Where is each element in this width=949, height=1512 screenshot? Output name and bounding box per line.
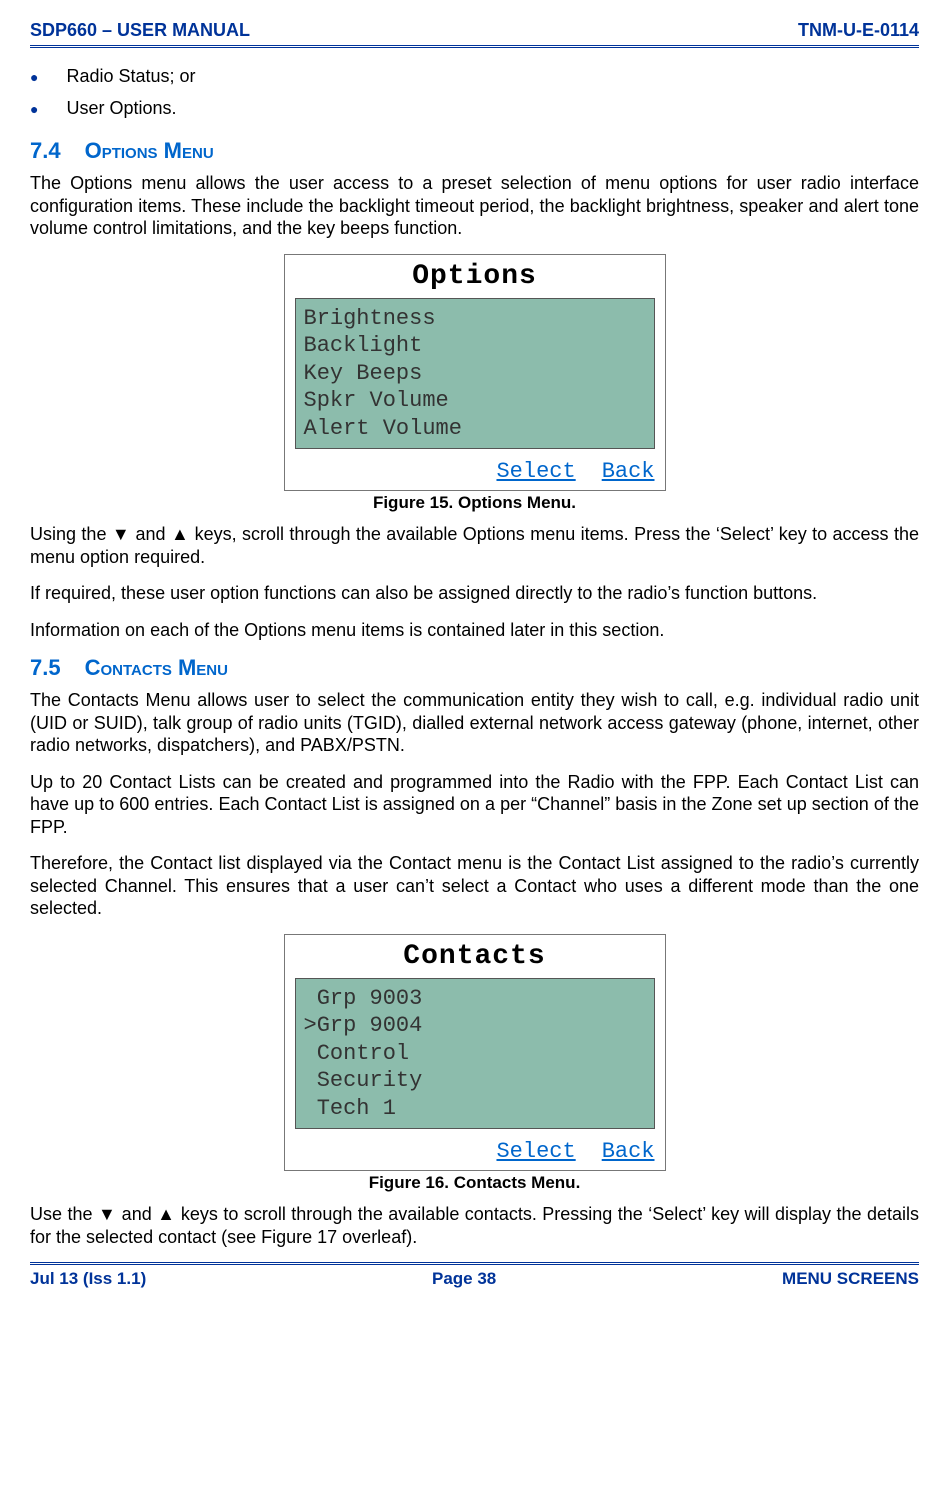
header-right: TNM-U-E-0114 bbox=[798, 20, 919, 41]
list-item: ● User Options. bbox=[30, 98, 919, 120]
contact-item[interactable]: Tech 1 bbox=[304, 1095, 646, 1123]
section-title: Options Menu bbox=[85, 138, 214, 163]
select-softkey[interactable]: Select bbox=[496, 1139, 575, 1164]
options-screen: Options Brightness Backlight Key Beeps S… bbox=[284, 254, 666, 492]
screen-title: Contacts bbox=[295, 941, 655, 972]
footer-left: Jul 13 (Iss 1.1) bbox=[30, 1269, 146, 1289]
paragraph: Therefore, the Contact list displayed vi… bbox=[30, 852, 919, 920]
menu-item-alert-volume[interactable]: Alert Volume bbox=[304, 415, 646, 443]
contact-item[interactable]: Grp 9003 bbox=[304, 985, 646, 1013]
menu-item-brightness[interactable]: Brightness bbox=[304, 305, 646, 333]
section-number: 7.4 bbox=[30, 138, 61, 163]
softkey-bar: Select Back bbox=[295, 459, 655, 484]
bullet-icon: ● bbox=[30, 66, 38, 88]
select-softkey[interactable]: Select bbox=[496, 459, 575, 484]
paragraph: Using the ▼ and ▲ keys, scroll through t… bbox=[30, 523, 919, 568]
list-item: ● Radio Status; or bbox=[30, 66, 919, 88]
contacts-screen: Contacts Grp 9003 >Grp 9004 Control Secu… bbox=[284, 934, 666, 1172]
section-heading-7-5: 7.5 Contacts Menu bbox=[30, 655, 919, 681]
contact-item[interactable]: Security bbox=[304, 1067, 646, 1095]
section-heading-7-4: 7.4 Options Menu bbox=[30, 138, 919, 164]
contact-item[interactable]: Control bbox=[304, 1040, 646, 1068]
softkey-bar: Select Back bbox=[295, 1139, 655, 1164]
paragraph: Up to 20 Contact Lists can be created an… bbox=[30, 771, 919, 839]
back-softkey[interactable]: Back bbox=[602, 459, 655, 484]
menu-item-backlight[interactable]: Backlight bbox=[304, 332, 646, 360]
page-footer: Jul 13 (Iss 1.1) Page 38 MENU SCREENS bbox=[30, 1262, 919, 1289]
section-title: Contacts Menu bbox=[85, 655, 228, 680]
footer-right: MENU SCREENS bbox=[782, 1269, 919, 1289]
screen-title: Options bbox=[295, 261, 655, 292]
footer-center: Page 38 bbox=[432, 1269, 496, 1289]
paragraph: The Options menu allows the user access … bbox=[30, 172, 919, 240]
contact-item-selected[interactable]: >Grp 9004 bbox=[304, 1012, 646, 1040]
page-header: SDP660 – USER MANUAL TNM-U-E-0114 bbox=[30, 20, 919, 48]
paragraph: Information on each of the Options menu … bbox=[30, 619, 919, 642]
bullet-icon: ● bbox=[30, 98, 38, 120]
back-softkey[interactable]: Back bbox=[602, 1139, 655, 1164]
header-left: SDP660 – USER MANUAL bbox=[30, 20, 250, 41]
section-number: 7.5 bbox=[30, 655, 61, 680]
bullet-list: ● Radio Status; or ● User Options. bbox=[30, 66, 919, 120]
contacts-menu-list[interactable]: Grp 9003 >Grp 9004 Control Security Tech… bbox=[295, 978, 655, 1130]
bullet-text: Radio Status; or bbox=[66, 66, 195, 87]
menu-item-spkr-volume[interactable]: Spkr Volume bbox=[304, 387, 646, 415]
menu-item-key-beeps[interactable]: Key Beeps bbox=[304, 360, 646, 388]
bullet-text: User Options. bbox=[66, 98, 176, 119]
paragraph: If required, these user option functions… bbox=[30, 582, 919, 605]
options-menu-list[interactable]: Brightness Backlight Key Beeps Spkr Volu… bbox=[295, 298, 655, 450]
paragraph: Use the ▼ and ▲ keys to scroll through t… bbox=[30, 1203, 919, 1248]
figure-caption: Figure 16. Contacts Menu. bbox=[30, 1173, 919, 1193]
paragraph: The Contacts Menu allows user to select … bbox=[30, 689, 919, 757]
figure-caption: Figure 15. Options Menu. bbox=[30, 493, 919, 513]
